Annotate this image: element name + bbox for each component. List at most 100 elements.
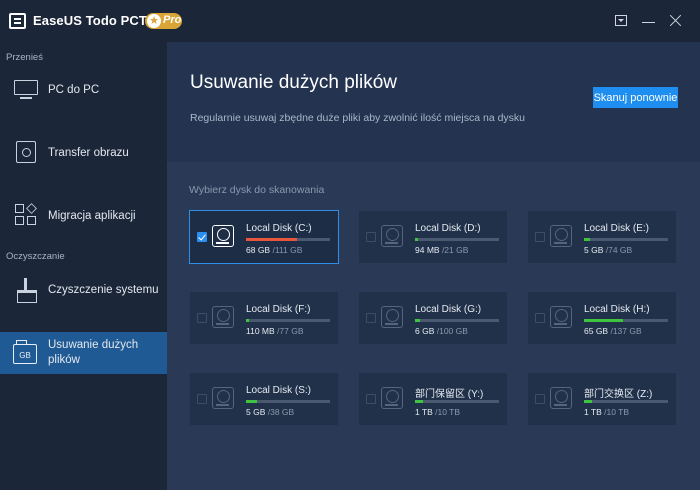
disk-usage-fill: [584, 400, 593, 403]
page-header: Usuwanie dużych plików Regularnie usuwaj…: [167, 42, 700, 162]
disk-usage-fill: [584, 238, 590, 241]
disk-usage-text: 1 TB /10 TB: [415, 407, 460, 417]
disk-checkbox[interactable]: [535, 313, 545, 323]
disk-name: Local Disk (G:): [415, 304, 482, 315]
disk-usage-bar: [415, 400, 499, 403]
disk-total: /10 TB: [601, 407, 630, 417]
disk-total: /38 GB: [265, 407, 295, 417]
disk-usage-text: 5 GB /74 GB: [584, 245, 632, 255]
hard-drive-icon: [212, 306, 234, 328]
app-logo-icon: [9, 13, 26, 29]
disk-usage-fill: [584, 319, 624, 322]
disk-total: /77 GB: [274, 326, 304, 336]
disk-checkbox[interactable]: [366, 394, 376, 404]
disk-used: 110 MB: [246, 326, 275, 336]
disk-total: /74 GB: [603, 245, 633, 255]
close-button[interactable]: [666, 11, 686, 31]
disk-checkbox[interactable]: [197, 394, 207, 404]
hard-drive-icon: [381, 387, 403, 409]
page-subtitle: Regularnie usuwaj zbędne duże pliki aby …: [190, 112, 526, 124]
disk-usage-fill: [246, 400, 257, 403]
disk-usage-fill: [415, 400, 424, 403]
rescan-button[interactable]: Skanuj ponownie: [593, 87, 678, 108]
disk-section-label: Wybierz dysk do skanowania: [189, 184, 325, 196]
sidebar-item-app-migration[interactable]: Migracja aplikacji: [0, 195, 167, 235]
disk-name: 部门交换区 (Z:): [584, 389, 653, 400]
disk-used: 94 MB: [415, 245, 440, 255]
disk-total: /137 GB: [608, 326, 642, 336]
hard-drive-icon: [212, 225, 234, 247]
disk-usage-text: 5 GB /38 GB: [246, 407, 294, 417]
disk-card[interactable]: Local Disk (C:) 68 GB /111 GB: [189, 210, 339, 264]
disk-usage-text: 1 TB /10 TB: [584, 407, 629, 417]
disk-name: Local Disk (E:): [584, 223, 650, 234]
disk-usage-fill: [246, 319, 249, 322]
disk-usage-bar: [584, 238, 668, 241]
disk-total: /10 TB: [432, 407, 461, 417]
disk-checkbox[interactable]: [366, 313, 376, 323]
broom-icon: [15, 278, 37, 303]
disk-card[interactable]: Local Disk (S:) 5 GB /38 GB: [189, 372, 339, 426]
disk-checkbox[interactable]: [535, 394, 545, 404]
disk-used: 5 GB: [246, 407, 266, 417]
disk-usage-text: 6 GB /100 GB: [415, 326, 468, 336]
disk-usage-bar: [246, 319, 330, 322]
disk-name: Local Disk (C:): [246, 223, 312, 234]
dropdown-icon: [615, 15, 627, 26]
sidebar-item-image-transfer[interactable]: Transfer obrazu: [0, 132, 167, 172]
section-label-transfer: Przenieś: [6, 52, 43, 63]
hard-drive-icon: [550, 387, 572, 409]
disk-name: Local Disk (S:): [246, 385, 312, 396]
disk-card[interactable]: Local Disk (F:) 110 MB /77 GB: [189, 291, 339, 345]
disk-selection-area: Wybierz dysk do skanowania Local Disk (C…: [167, 162, 700, 490]
sidebar-item-label: Czyszczenie systemu: [48, 284, 159, 296]
sidebar-item-pc-to-pc[interactable]: PC do PC: [0, 68, 167, 108]
disk-card[interactable]: Local Disk (E:) 5 GB /74 GB: [527, 210, 677, 264]
disk-card[interactable]: 部门保留区 (Y:) 1 TB /10 TB: [358, 372, 508, 426]
disk-name: Local Disk (D:): [415, 223, 481, 234]
sidebar-item-large-files[interactable]: GB Usuwanie dużych plików: [0, 332, 167, 374]
minimize-button[interactable]: [639, 11, 659, 31]
disk-used: 68 GB: [246, 245, 271, 255]
disk-total: /111 GB: [270, 245, 303, 255]
disk-checkbox[interactable]: [535, 232, 545, 242]
disk-card[interactable]: Local Disk (D:) 94 MB /21 GB: [358, 210, 508, 264]
disk-used: 1 TB: [584, 407, 602, 417]
hard-drive-icon: [212, 387, 234, 409]
hard-drive-icon: [381, 306, 403, 328]
disk-card[interactable]: 部门交换区 (Z:) 1 TB /10 TB: [527, 372, 677, 426]
star-icon: ★: [147, 14, 161, 28]
disk-name: 部门保留区 (Y:): [415, 389, 484, 400]
disk-usage-bar: [584, 400, 668, 403]
disk-usage-bar: [415, 319, 499, 322]
apps-icon: [15, 203, 37, 226]
disk-checkbox[interactable]: [197, 232, 207, 242]
disk-usage-text: 94 MB /21 GB: [415, 245, 468, 255]
disk-card[interactable]: Local Disk (H:) 65 GB /137 GB: [527, 291, 677, 345]
pro-badge: ★ Pro: [145, 13, 182, 29]
sidebar-item-label: Transfer obrazu: [48, 147, 129, 159]
disk-total: /21 GB: [439, 245, 469, 255]
disk-usage-bar: [415, 238, 499, 241]
image-icon: [16, 141, 36, 163]
disk-checkbox[interactable]: [366, 232, 376, 242]
hard-drive-icon: [381, 225, 403, 247]
section-label-cleanup: Oczyszczanie: [6, 251, 65, 262]
title-bar: EaseUS Todo PCTrans ★ Pro: [0, 0, 700, 42]
disk-used: 1 TB: [415, 407, 433, 417]
sidebar-item-label: PC do PC: [48, 84, 100, 96]
disk-used: 6 GB: [415, 326, 435, 336]
disk-used: 5 GB: [584, 245, 604, 255]
disk-usage-text: 65 GB /137 GB: [584, 326, 642, 336]
disk-checkbox[interactable]: [197, 313, 207, 323]
menu-dropdown-button[interactable]: [611, 11, 631, 31]
disk-usage-bar: [584, 319, 668, 322]
gb-folder-icon: GB: [13, 340, 37, 364]
sidebar-item-label: Usuwanie dużych plików: [48, 339, 139, 366]
sidebar-item-system-cleanup[interactable]: Czyszczenie systemu: [0, 269, 167, 309]
disk-usage-fill: [246, 238, 298, 241]
hard-drive-icon: [550, 225, 572, 247]
sidebar: Przenieś PC do PC Transfer obrazu Migrac…: [0, 42, 167, 490]
disk-card[interactable]: Local Disk (G:) 6 GB /100 GB: [358, 291, 508, 345]
disk-usage-fill: [415, 319, 421, 322]
